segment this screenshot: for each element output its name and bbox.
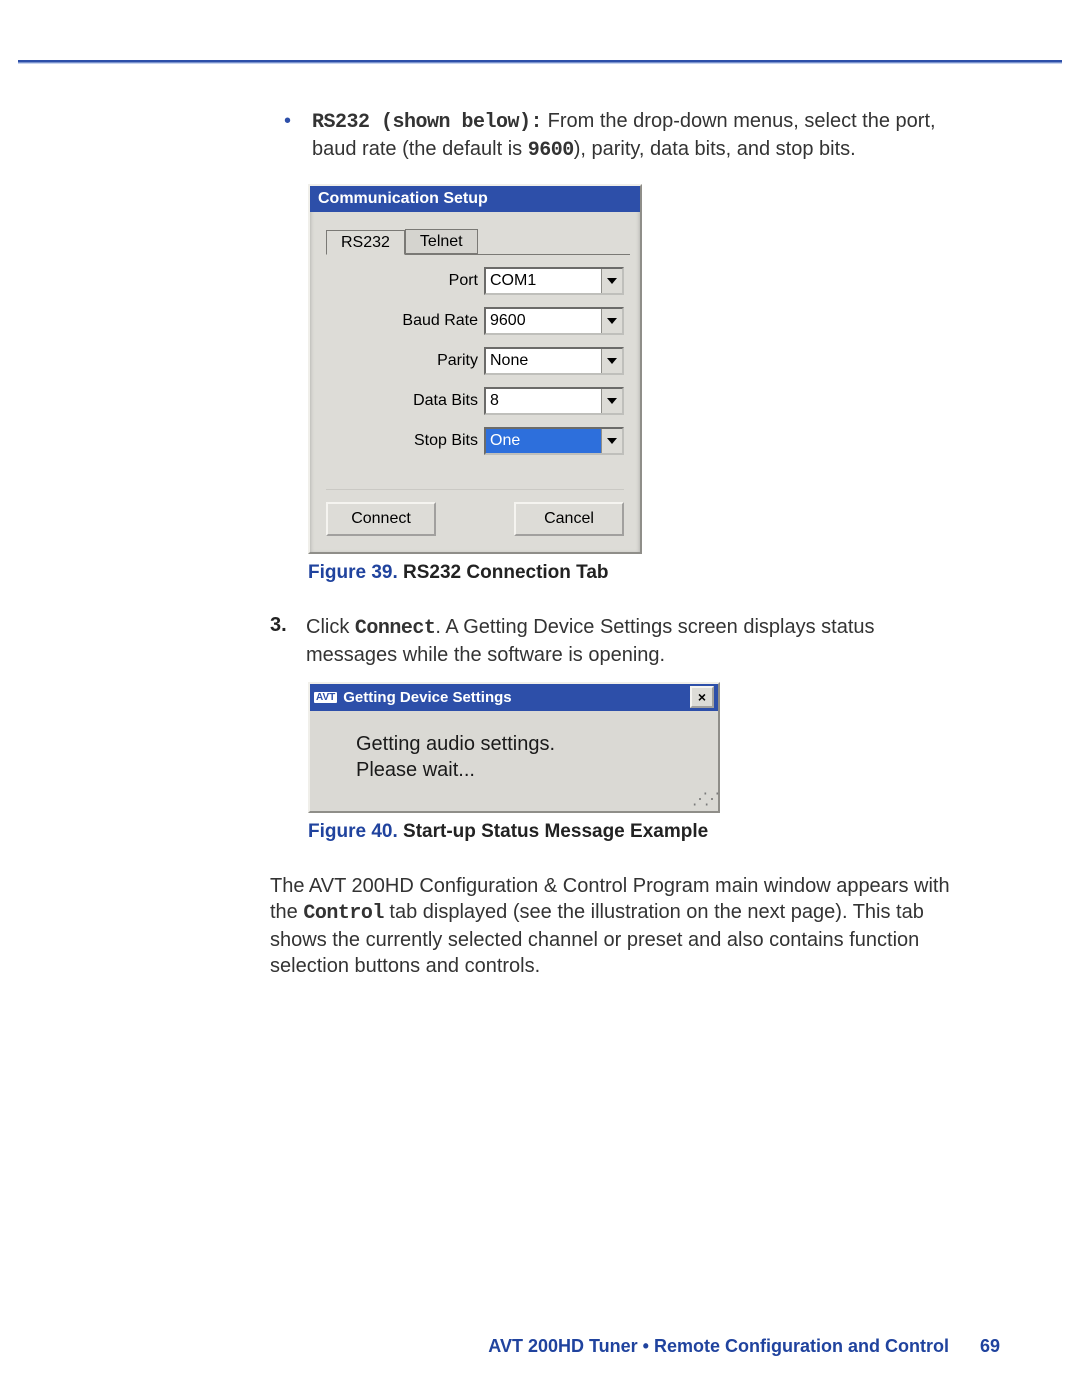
tab-telnet[interactable]: Telnet xyxy=(405,229,478,254)
getting-device-settings-dialog: AVT Getting Device Settings × Getting au… xyxy=(308,682,720,813)
page-content: • RS232 (shown below): From the drop-dow… xyxy=(270,108,960,979)
figure-40-text: Start-up Status Message Example xyxy=(398,821,708,842)
chevron-down-icon[interactable] xyxy=(601,389,622,413)
row-port: Port COM1 xyxy=(310,267,624,295)
footer-page: 69 xyxy=(980,1336,1000,1356)
avt-chip: AVT xyxy=(314,692,337,703)
cancel-button[interactable]: Cancel xyxy=(514,502,624,536)
panel-title: Communication Setup xyxy=(310,186,640,212)
figure-40-label: Figure 40. xyxy=(308,821,398,842)
dialog-line2: Please wait... xyxy=(356,757,694,783)
bullet-lead: RS232 (shown below): xyxy=(312,111,542,134)
row-data-bits: Data Bits 8 xyxy=(310,387,624,415)
dialog-body: Getting audio settings. Please wait... xyxy=(310,711,718,811)
page-footer: AVT 200HD Tuner • Remote Configuration a… xyxy=(80,1336,1000,1357)
bullet-after-code: ), parity, data bits, and stop bits. xyxy=(574,138,856,160)
bullet-marker: • xyxy=(270,108,312,164)
label-port: Port xyxy=(370,272,484,290)
page-top-rule xyxy=(18,60,1062,64)
figure-39-text: RS232 Connection Tab xyxy=(398,562,609,583)
label-data-bits: Data Bits xyxy=(370,392,484,410)
combo-parity-value: None xyxy=(486,349,601,373)
tabs: RS232 Telnet xyxy=(326,226,630,255)
combo-data-bits-value: 8 xyxy=(486,389,601,413)
combo-baud-rate-value: 9600 xyxy=(486,309,601,333)
chevron-down-icon[interactable] xyxy=(601,269,622,293)
bullet-rs232: • RS232 (shown below): From the drop-dow… xyxy=(270,108,960,164)
close-icon[interactable]: × xyxy=(690,686,714,708)
step3-before: Click xyxy=(306,616,355,638)
dialog-title-text: Getting Device Settings xyxy=(343,689,511,706)
chevron-down-icon[interactable] xyxy=(601,349,622,373)
connect-button[interactable]: Connect xyxy=(326,502,436,536)
combo-baud-rate[interactable]: 9600 xyxy=(484,307,624,335)
step-3: 3. Click Connect. A Getting Device Setti… xyxy=(270,614,960,668)
row-baud-rate: Baud Rate 9600 xyxy=(310,307,624,335)
step-3-text: Click Connect. A Getting Device Settings… xyxy=(306,614,960,668)
bullet-code: 9600 xyxy=(528,139,574,162)
dialog-titlebar: AVT Getting Device Settings × xyxy=(310,684,718,711)
label-baud-rate: Baud Rate xyxy=(370,312,484,330)
step3-connect-word: Connect xyxy=(355,617,436,640)
tab-rs232[interactable]: RS232 xyxy=(326,230,405,255)
chevron-down-icon[interactable] xyxy=(601,429,622,453)
bullet-text: RS232 (shown below): From the drop-down … xyxy=(312,108,960,164)
row-stop-bits: Stop Bits One xyxy=(310,427,624,455)
chevron-down-icon[interactable] xyxy=(601,309,622,333)
combo-port-value: COM1 xyxy=(486,269,601,293)
concluding-paragraph: The AVT 200HD Configuration & Control Pr… xyxy=(270,873,960,979)
combo-data-bits[interactable]: 8 xyxy=(484,387,624,415)
para-control-word: Control xyxy=(303,902,384,925)
label-stop-bits: Stop Bits xyxy=(370,432,484,450)
row-parity: Parity None xyxy=(310,347,624,375)
combo-stop-bits-value: One xyxy=(486,429,601,453)
combo-parity[interactable]: None xyxy=(484,347,624,375)
footer-title: AVT 200HD Tuner • Remote Configuration a… xyxy=(488,1336,949,1356)
figure-39-label: Figure 39. xyxy=(308,562,398,583)
resize-grip-icon[interactable]: ⋰⋰ xyxy=(692,789,716,809)
combo-port[interactable]: COM1 xyxy=(484,267,624,295)
figure-39-caption: Figure 39. RS232 Connection Tab xyxy=(308,562,960,584)
figure-40-caption: Figure 40. Start-up Status Message Examp… xyxy=(308,821,960,843)
communication-setup-panel: Communication Setup RS232 Telnet Port CO… xyxy=(308,184,642,554)
step-3-marker: 3. xyxy=(270,614,306,668)
combo-stop-bits[interactable]: One xyxy=(484,427,624,455)
panel-buttons: Connect Cancel xyxy=(326,489,624,536)
dialog-line1: Getting audio settings. xyxy=(356,731,694,757)
label-parity: Parity xyxy=(370,352,484,370)
